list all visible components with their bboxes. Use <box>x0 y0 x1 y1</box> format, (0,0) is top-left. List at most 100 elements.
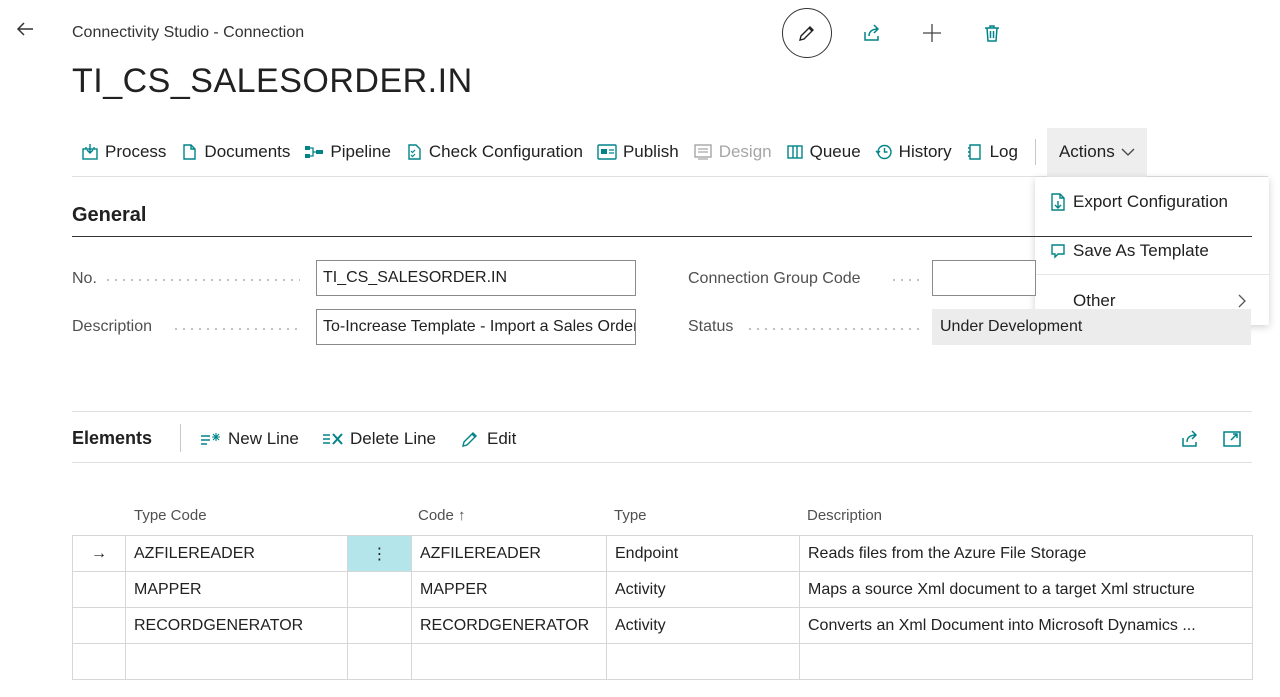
type-cell[interactable] <box>606 643 800 680</box>
delete-line-label: Delete Line <box>350 429 437 448</box>
check-configuration-button[interactable]: Check Configuration <box>398 128 590 177</box>
action-bar: Process Documents Pipeline Check Configu… <box>72 127 1268 177</box>
trash-icon <box>985 25 999 42</box>
elements-share-button[interactable] <box>1176 425 1204 453</box>
delete-button[interactable] <box>974 15 1010 51</box>
code-cell[interactable]: RECORDGENERATOR <box>411 607 607 644</box>
description-cell[interactable] <box>799 643 1253 680</box>
log-button[interactable]: Log <box>959 128 1025 177</box>
table-row[interactable] <box>72 643 1253 680</box>
chevron-right-icon <box>1238 294 1246 308</box>
design-icon <box>694 144 712 160</box>
no-field[interactable]: TI_CS_SALESORDER.IN <box>316 260 636 296</box>
edit-line-button[interactable]: Edit <box>461 425 516 453</box>
description-cell[interactable]: Reads files from the Azure File Storage <box>799 535 1253 572</box>
type-code-cell[interactable] <box>125 643 348 680</box>
delete-line-icon <box>323 433 343 445</box>
pipeline-button[interactable]: Pipeline <box>297 128 398 177</box>
code-cell[interactable]: MAPPER <box>411 571 607 608</box>
elements-separator <box>180 424 181 452</box>
status-dots <box>746 328 920 330</box>
status-field: Under Development <box>932 309 1251 345</box>
group-code-dots <box>890 279 920 281</box>
type-cell[interactable]: Activity <box>606 607 800 644</box>
actions-menu: Export Configuration Save As Template Ot… <box>1035 177 1269 325</box>
row-marker <box>72 607 126 644</box>
column-header-code[interactable]: Code ↑ <box>418 507 466 524</box>
type-code-cell[interactable]: RECORDGENERATOR <box>125 607 348 644</box>
edit-button[interactable] <box>782 8 832 58</box>
elements-title[interactable]: Elements <box>72 428 152 449</box>
documents-label: Documents <box>204 142 291 161</box>
row-menu-button[interactable]: ⋮ <box>347 535 412 572</box>
queue-button[interactable]: Queue <box>779 128 868 177</box>
connection-group-code-field[interactable] <box>932 260 1036 296</box>
pipeline-label: Pipeline <box>330 142 391 161</box>
table-row[interactable]: RECORDGENERATOR RECORDGENERATOR Activity… <box>72 607 1253 644</box>
log-icon <box>967 144 981 160</box>
documents-button[interactable]: Documents <box>173 128 297 177</box>
menu-item-export-configuration[interactable]: Export Configuration <box>1035 178 1269 226</box>
row-marker <box>72 643 126 680</box>
process-icon <box>82 144 98 160</box>
page-title: TI_CS_SALESORDER.IN <box>72 62 473 100</box>
menu-divider <box>1035 274 1269 275</box>
other-label: Other <box>1073 291 1116 310</box>
row-menu-cell[interactable] <box>347 607 412 644</box>
new-line-label: New Line <box>228 429 299 448</box>
no-label: No. <box>72 270 97 287</box>
checklist-icon <box>408 144 421 160</box>
publish-icon <box>597 144 617 160</box>
description-cell[interactable]: Maps a source Xml document to a target X… <box>799 571 1253 608</box>
no-dots <box>104 279 300 281</box>
new-button[interactable] <box>914 15 950 51</box>
process-button[interactable]: Process <box>72 128 173 177</box>
template-icon <box>1051 244 1065 259</box>
history-button[interactable]: History <box>868 128 959 177</box>
history-icon <box>875 144 892 160</box>
type-code-cell[interactable]: MAPPER <box>125 571 348 608</box>
current-row-arrow-icon: → <box>72 535 126 572</box>
description-cell[interactable]: Converts an Xml Document into Microsoft … <box>799 607 1253 644</box>
type-cell[interactable]: Endpoint <box>606 535 800 572</box>
publish-label: Publish <box>622 142 679 161</box>
action-separator <box>1034 139 1036 165</box>
description-field[interactable]: To-Increase Template - Import a Sales Or… <box>316 309 636 345</box>
delete-line-button[interactable]: Delete Line <box>322 425 436 453</box>
publish-button[interactable]: Publish <box>590 128 686 177</box>
new-line-icon <box>201 433 220 445</box>
chevron-down-icon <box>1121 148 1135 156</box>
share-button[interactable] <box>854 15 890 51</box>
type-code-cell[interactable]: AZFILEREADER <box>125 535 348 572</box>
general-section-title[interactable]: General <box>72 204 146 227</box>
export-configuration-label: Export Configuration <box>1073 192 1228 211</box>
code-cell[interactable] <box>411 643 607 680</box>
table-row[interactable]: → AZFILEREADER ⋮ AZFILEREADER Endpoint R… <box>72 535 1253 572</box>
menu-item-save-as-template[interactable]: Save As Template <box>1035 227 1269 275</box>
back-button[interactable] <box>8 12 42 46</box>
design-button[interactable]: Design <box>686 128 779 177</box>
code-cell[interactable]: AZFILEREADER <box>411 535 607 572</box>
row-menu-cell[interactable] <box>347 571 412 608</box>
log-label: Log <box>989 142 1018 161</box>
type-cell[interactable]: Activity <box>606 571 800 608</box>
check-configuration-label: Check Configuration <box>428 142 583 161</box>
actions-label: Actions <box>1058 142 1115 161</box>
description-dots <box>172 328 300 330</box>
general-divider <box>72 236 1252 237</box>
column-header-description[interactable]: Description <box>807 507 882 524</box>
connection-group-code-label: Connection Group Code <box>688 270 861 287</box>
elements-expand-button[interactable] <box>1218 425 1246 453</box>
column-header-type-code[interactable]: Type Code <box>134 507 207 524</box>
status-label: Status <box>688 318 734 335</box>
queue-label: Queue <box>809 142 861 161</box>
history-label: History <box>898 142 952 161</box>
plus-icon <box>923 24 941 42</box>
table-row[interactable]: MAPPER MAPPER Activity Maps a source Xml… <box>72 571 1253 608</box>
column-header-type[interactable]: Type <box>614 507 647 524</box>
pipeline-icon <box>305 146 324 158</box>
row-menu-cell[interactable] <box>347 643 412 680</box>
new-line-button[interactable]: New Line <box>200 425 299 453</box>
actions-dropdown-button[interactable]: Actions <box>1046 127 1147 177</box>
breadcrumb: Connectivity Studio - Connection <box>72 24 305 41</box>
